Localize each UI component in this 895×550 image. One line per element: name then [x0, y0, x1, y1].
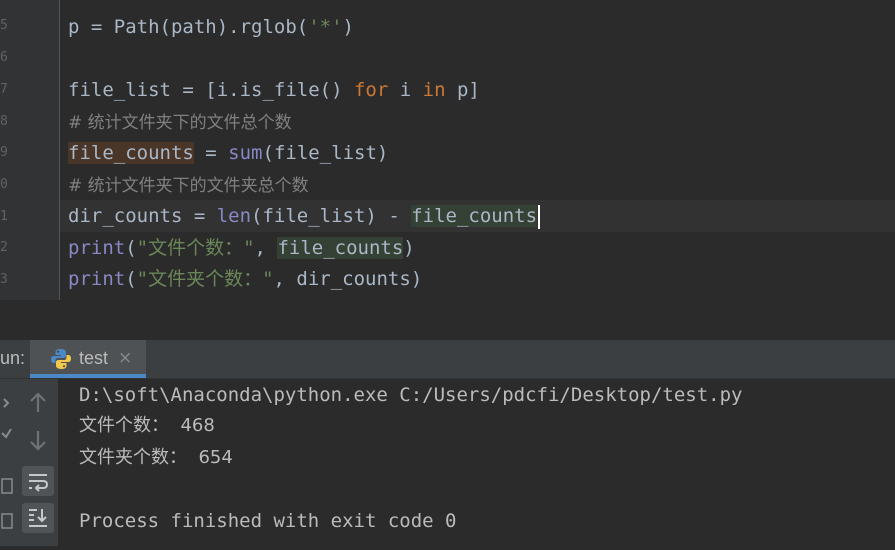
line-number: 1: [0, 209, 7, 224]
code-line[interactable]: print("文件夹个数：", dir_counts): [68, 265, 422, 293]
code-line[interactable]: p = Path(path).rglob('*'): [68, 13, 354, 41]
console-line: Process finished with exit code 0: [79, 510, 457, 532]
run-label: un:: [0, 348, 26, 368]
python-icon: [51, 349, 71, 369]
code-line[interactable]: # 统计文件夹下的文件总个数: [68, 108, 292, 136]
run-left-strip: [0, 379, 18, 546]
code-line[interactable]: print("文件个数：", file_counts): [68, 234, 415, 262]
scroll-up-icon: [30, 392, 46, 412]
code-line[interactable]: dir_counts = len(file_list) - file_count…: [68, 202, 541, 230]
active-tab-indicator: [30, 374, 146, 378]
code-line[interactable]: file_counts = sum(file_list): [68, 139, 388, 167]
run-tool-window-header: un: test ×: [0, 340, 895, 379]
line-number: 8: [0, 114, 7, 129]
console-line: 文件夹个数： 654: [79, 447, 233, 468]
code-line[interactable]: file_list = [i.is_file() for i in p]: [68, 76, 480, 104]
console-line: 文件个数： 468: [79, 415, 215, 436]
scroll-up-button[interactable]: [22, 388, 54, 418]
line-number: 9: [0, 145, 7, 160]
scroll-to-end-button[interactable]: [22, 503, 54, 533]
gutter-divider: [59, 0, 60, 300]
line-number: 2: [0, 240, 7, 255]
editor-panel-gap: [0, 300, 895, 340]
console-line: D:\soft\Anaconda\python.exe C:/Users/pdc…: [79, 384, 743, 406]
left-strip-marks: [1, 398, 13, 529]
code-line[interactable]: # 统计文件夹下的文件夹总个数: [68, 171, 309, 199]
soft-wrap-icon: [29, 474, 49, 492]
scroll-to-end-icon: [29, 509, 47, 527]
scroll-down-icon: [30, 431, 46, 451]
close-icon[interactable]: ×: [118, 348, 132, 368]
line-number-gutter: 5 6 7 8 9 0 1 2 3: [0, 0, 60, 300]
line-number: 7: [0, 82, 7, 97]
line-number: 5: [0, 18, 7, 33]
code-editor[interactable]: 5 6 7 8 9 0 1 2 3 p = Path(path).rglob('…: [0, 0, 895, 300]
line-number: 6: [0, 50, 7, 65]
scroll-down-button[interactable]: [22, 425, 54, 455]
line-number: 0: [0, 177, 7, 192]
run-tab-title[interactable]: test: [79, 348, 108, 369]
line-number: 3: [0, 272, 7, 287]
text-caret: [538, 204, 541, 229]
soft-wrap-button[interactable]: [22, 466, 54, 496]
